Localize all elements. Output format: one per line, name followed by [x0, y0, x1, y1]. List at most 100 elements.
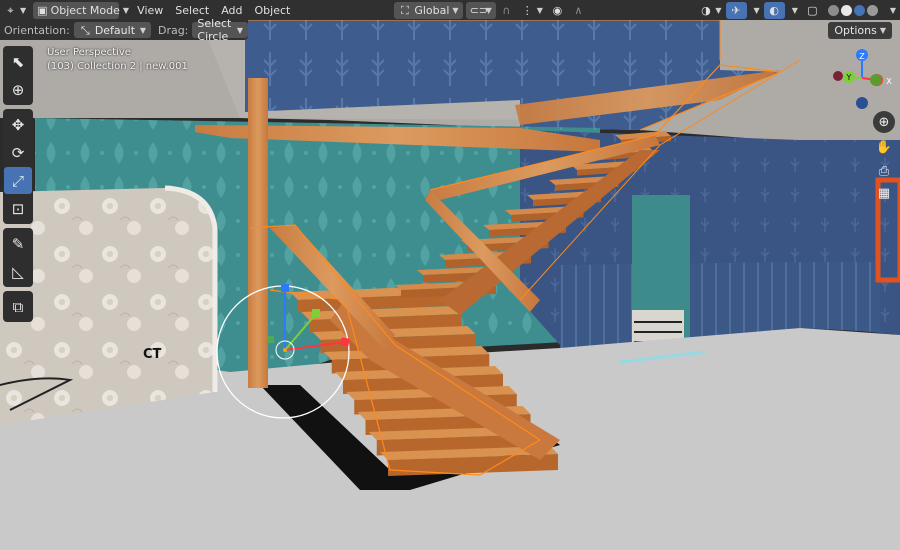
move-tool[interactable]: ✥ [4, 111, 32, 138]
orientation-label: Orientation: [4, 23, 70, 37]
grid-icon: ▦ [877, 185, 891, 201]
3d-viewport[interactable]: CT Z Y X User Perspective (103) Collecti… [0, 20, 900, 550]
move-arrows-icon: ✥ [11, 115, 25, 134]
collection-info-label: (103) Collection 2 | new.001 [47, 61, 188, 72]
tool-settings-bar: Orientation: ⤡ Default ▼ Drag: Select Circ… [0, 17, 248, 43]
chevron-down-icon: ▼ [485, 5, 492, 15]
orientation-icon: ⤡ [80, 23, 90, 37]
wireframe-shading-icon[interactable] [827, 4, 839, 16]
falloff-selector[interactable]: ∧ [568, 2, 589, 19]
tool-group-add: ⧉ [3, 291, 33, 322]
chevron-down-icon: ▼ [889, 5, 896, 15]
overlays-icon: ◐ [769, 3, 779, 17]
scale-tool[interactable]: ⤢ [4, 167, 32, 194]
visibility-selector[interactable]: ◑ ▼ [695, 2, 725, 19]
scene-render: CT Z Y X [0, 20, 900, 550]
transform-tool[interactable]: ⊡ [4, 195, 32, 222]
snap-target-selector[interactable]: ⋮ ▼ [517, 2, 547, 19]
transform-orientation-label: Global [414, 3, 450, 17]
tool-group-transform: ✥ ⟳ ⤢ ⊡ [3, 109, 33, 224]
object-mode-icon: ▣ [37, 3, 48, 17]
cursor-tool[interactable]: ⊕ [4, 76, 32, 103]
drag-value: Select Circle [197, 17, 232, 43]
options-label: Options [834, 24, 877, 37]
menu-view[interactable]: View [131, 4, 169, 17]
menu-object[interactable]: Object [249, 4, 297, 17]
scale-icon: ⤢ [11, 171, 24, 190]
chevron-down-icon: ▼ [791, 5, 798, 15]
options-button[interactable]: Options ▼ [828, 22, 892, 39]
pencil-icon: ✎ [11, 234, 25, 253]
menu-select[interactable]: Select [169, 4, 215, 17]
tool-group-select: ⬉ ⊕ [3, 46, 33, 105]
camera-icon: ⎙ [878, 163, 890, 179]
mode-selector[interactable]: ▣ Object Mode ▼ [33, 1, 129, 19]
orientation-value: Default [94, 23, 136, 37]
proportional-icon: ◉ [552, 3, 563, 17]
overlays-toggle[interactable]: ◐ [763, 1, 785, 19]
chevron-down-icon: ▼ [20, 5, 27, 15]
editor-type-button[interactable]: ⌖ ▼ [0, 2, 30, 19]
transform-orientation-selector[interactable]: ⛶ Global ▼ [394, 1, 463, 19]
tool-group-annotate: ✎ ◺ [3, 228, 33, 287]
floor-text: CT [143, 347, 162, 362]
gizmo-options[interactable]: ▼ [747, 2, 764, 19]
material-shading-icon[interactable] [853, 4, 865, 16]
xray-toggle[interactable]: ▢ [802, 2, 823, 19]
viewport-editor-icon: ⌖ [7, 3, 14, 17]
hand-icon: ✋ [875, 139, 893, 155]
transform-icon: ⊡ [11, 199, 25, 218]
drag-dropdown[interactable]: Select Circle ▼ [192, 17, 248, 43]
view-perspective-label: User Perspective [47, 47, 131, 58]
viewport-header: ⌖ ▼ ▣ Object Mode ▼ View Select Add Object … [0, 0, 900, 20]
global-axes-icon: ⛶ [400, 3, 409, 17]
menu-add[interactable]: Add [215, 4, 248, 17]
toolbar: ⬉ ⊕ ✥ ⟳ ⤢ ⊡ ✎ ◺ ⧉ [3, 46, 33, 326]
chevron-down-icon: ▼ [452, 5, 459, 15]
cursor-arrow-icon: ⬉ [11, 52, 25, 71]
pivot-icon: ⊂⊃ [469, 3, 489, 17]
pan-button[interactable]: ✋ [873, 136, 895, 158]
gizmo-icon: ✈ [731, 3, 741, 17]
ortho-toggle-button[interactable]: ▦ [873, 182, 895, 204]
chevron-down-icon: ▼ [536, 5, 543, 15]
chevron-down-icon: ▼ [236, 25, 243, 35]
chevron-down-icon: ▼ [879, 26, 886, 35]
rotate-tool[interactable]: ⟳ [4, 139, 32, 166]
shading-options[interactable]: ▼ [883, 2, 900, 19]
mode-label: Object Mode [50, 3, 120, 17]
rotate-icon: ⟳ [11, 143, 25, 162]
chevron-down-icon: ▼ [122, 5, 130, 15]
measure-tool[interactable]: ◺ [4, 258, 32, 285]
snap-icon: ⋮ [521, 3, 533, 17]
gizmo-z-label: Z [859, 52, 865, 61]
solid-shading-icon[interactable] [840, 4, 852, 16]
gizmo-x-label: X [886, 77, 892, 86]
gizmo-y-label: Y [846, 73, 852, 82]
eye-icon: ◑ [701, 3, 711, 17]
shading-buttons[interactable] [823, 2, 883, 19]
drag-label: Drag: [157, 23, 189, 37]
zoom-icon: ⊕ [878, 114, 890, 130]
chevron-down-icon: ▼ [139, 25, 146, 35]
rendered-shading-icon[interactable] [866, 4, 878, 16]
falloff-curve-icon: ∧ [574, 3, 583, 17]
select-box-tool[interactable]: ⬉ [4, 48, 32, 75]
annotate-tool[interactable]: ✎ [4, 230, 32, 257]
magnet-icon: ∩ [502, 3, 511, 17]
zoom-button[interactable]: ⊕ [873, 111, 895, 133]
gizmo-toggle[interactable]: ✈ [725, 1, 747, 19]
cube-plus-icon: ⧉ [12, 297, 24, 316]
camera-view-button[interactable]: ⎙ [873, 160, 895, 182]
orientation-dropdown[interactable]: ⤡ Default ▼ [73, 22, 151, 38]
snap-toggle[interactable]: ∩ [496, 2, 517, 19]
chevron-down-icon: ▼ [753, 5, 760, 15]
add-cube-tool[interactable]: ⧉ [4, 293, 32, 320]
ruler-icon: ◺ [12, 262, 24, 281]
pivot-point-selector[interactable]: ⊂⊃ ▼ [465, 1, 496, 19]
chevron-down-icon: ▼ [715, 5, 722, 15]
crosshair-icon: ⊕ [11, 80, 25, 99]
proportional-edit-toggle[interactable]: ◉ [547, 2, 568, 19]
xray-icon: ▢ [807, 3, 818, 17]
overlays-options[interactable]: ▼ [785, 2, 802, 19]
